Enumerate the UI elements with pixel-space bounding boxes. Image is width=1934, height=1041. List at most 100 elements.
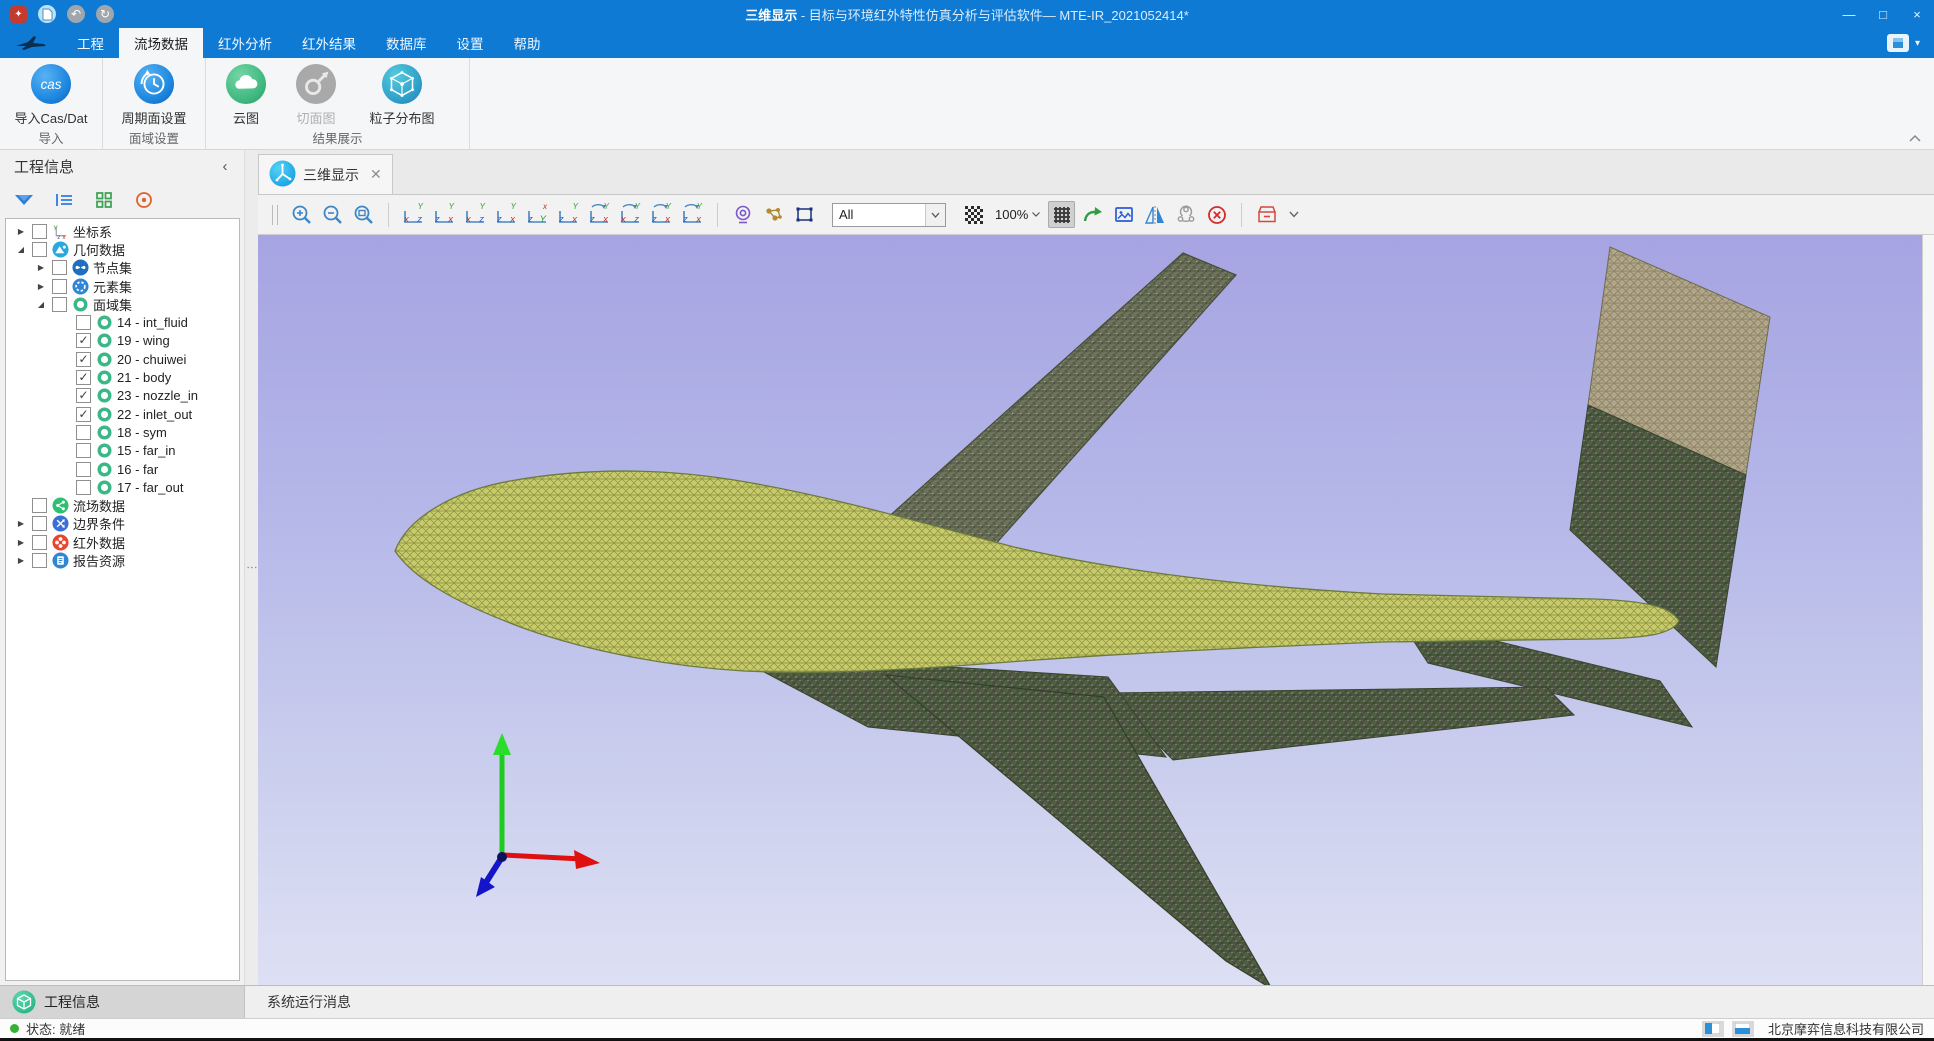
tree-item[interactable]: ✓19 - wing (6, 332, 239, 350)
tree-item[interactable]: 15 - far_in (6, 442, 239, 460)
tree-item[interactable]: ✓20 - chuiwei (6, 350, 239, 368)
menu-item-infrared-analysis[interactable]: 红外分析 (203, 28, 287, 58)
zoom-fit-icon[interactable] (350, 201, 377, 228)
expander-collapsed-icon[interactable]: ▶ (34, 282, 48, 291)
grid-view-icon[interactable] (92, 189, 116, 211)
rotate-view-icon[interactable]: Yzx (648, 201, 675, 228)
tree-item[interactable]: ✓23 - nozzle_in (6, 387, 239, 405)
dither-icon[interactable] (960, 201, 987, 228)
visibility-checkbox[interactable]: ✓ (76, 407, 91, 422)
tree-item[interactable]: ▶红外数据 (6, 533, 239, 551)
view-orientation-icon[interactable]: Yzx (555, 201, 582, 228)
zoom-in-icon[interactable] (288, 201, 315, 228)
expander-expanded-icon[interactable]: ◢ (34, 300, 48, 309)
rings-icon[interactable] (1172, 201, 1199, 228)
tree-item[interactable]: ▶节点集 (6, 259, 239, 277)
cancel-icon[interactable] (1203, 201, 1230, 228)
menu-item-help[interactable]: 帮助 (499, 28, 556, 58)
visibility-checkbox[interactable] (76, 425, 91, 440)
tree-item[interactable]: 流场数据 (6, 496, 239, 514)
visibility-checkbox[interactable] (76, 462, 91, 477)
menu-item-infrared-results[interactable]: 红外结果 (287, 28, 371, 58)
panel-splitter[interactable]: ⋮ (244, 150, 258, 985)
menu-overflow-caret-icon[interactable]: ▾ (1915, 38, 1920, 49)
menu-item-settings[interactable]: 设置 (442, 28, 499, 58)
toolbar-drag-handle[interactable] (272, 205, 278, 225)
close-button[interactable]: × (1900, 0, 1934, 28)
sidebar-collapse-icon[interactable]: ‹ (216, 158, 234, 175)
tree-item[interactable]: 18 - sym (6, 423, 239, 441)
menu-item-database[interactable]: 数据库 (371, 28, 442, 58)
view-orientation-icon[interactable]: Yzx (493, 201, 520, 228)
maximize-button[interactable]: □ (1866, 0, 1900, 28)
visibility-checkbox[interactable] (52, 279, 67, 294)
layout-toggle-left-icon[interactable] (1702, 1021, 1724, 1037)
rotate-view-icon[interactable]: Yzx (586, 201, 613, 228)
new-file-icon[interactable] (38, 5, 56, 23)
undo-icon[interactable]: ↶ (67, 5, 85, 23)
filter-icon[interactable] (12, 189, 36, 211)
tab-close-icon[interactable]: ✕ (370, 166, 382, 183)
mirror-icon[interactable] (1141, 201, 1168, 228)
particle-distribution-button[interactable]: 粒子分布图 (354, 63, 450, 127)
visibility-checkbox[interactable]: ✓ (76, 388, 91, 403)
tree-item[interactable]: ▶元素集 (6, 277, 239, 295)
visibility-checkbox[interactable] (76, 480, 91, 495)
visibility-checkbox[interactable] (32, 242, 47, 257)
save-options-caret-icon[interactable] (1284, 202, 1304, 228)
visibility-checkbox[interactable] (52, 260, 67, 275)
visibility-checkbox[interactable] (32, 535, 47, 550)
visibility-checkbox[interactable] (32, 498, 47, 513)
import-cas-dat-button[interactable]: cas 导入Cas/Dat (8, 63, 94, 127)
3d-viewport[interactable] (258, 235, 1922, 985)
view-orientation-icon[interactable]: xzY (524, 201, 551, 228)
expander-collapsed-icon[interactable]: ▶ (14, 227, 28, 236)
theme-icon[interactable] (1887, 34, 1909, 52)
app-pin-icon[interactable]: ✦ (10, 6, 27, 23)
surface-filter-combobox[interactable]: All (832, 203, 946, 227)
ribbon-collapse-chevron-icon[interactable] (1908, 131, 1922, 146)
view-orientation-icon[interactable]: Yxz (400, 201, 427, 228)
view-orientation-icon[interactable]: Yxz (462, 201, 489, 228)
grid-icon[interactable] (1048, 201, 1075, 228)
rotate-view-icon[interactable]: Yzx (679, 201, 706, 228)
snapshot-icon[interactable] (1110, 201, 1137, 228)
redo-icon[interactable]: ↻ (96, 5, 114, 23)
expander-expanded-icon[interactable]: ◢ (14, 245, 28, 254)
visibility-checkbox[interactable]: ✓ (76, 370, 91, 385)
tab-3d-view[interactable]: 三维显示 ✕ (258, 154, 393, 194)
project-info-dock-button[interactable]: 工程信息 (0, 986, 244, 1018)
export-arrow-icon[interactable] (1079, 201, 1106, 228)
visibility-checkbox[interactable] (52, 297, 67, 312)
target-icon[interactable] (132, 189, 156, 211)
tree-item[interactable]: 16 - far (6, 460, 239, 478)
tree-item[interactable]: ▶边界条件 (6, 515, 239, 533)
visibility-checkbox[interactable]: ✓ (76, 352, 91, 367)
rotate-view-icon[interactable]: Yxz (617, 201, 644, 228)
menu-item-project[interactable]: 工程 (62, 28, 119, 58)
tree-item[interactable]: ▶Yzx坐标系 (6, 222, 239, 240)
zoom-out-icon[interactable] (319, 201, 346, 228)
probe-icon[interactable] (729, 201, 756, 228)
tree-item[interactable]: 17 - far_out (6, 478, 239, 496)
tree-item[interactable]: ◢几何数据 (6, 240, 239, 258)
combobox-dropdown-icon[interactable] (925, 204, 945, 226)
visibility-checkbox[interactable] (32, 553, 47, 568)
tree-item[interactable]: ▶报告资源 (6, 551, 239, 569)
visibility-checkbox[interactable] (32, 224, 47, 239)
expander-collapsed-icon[interactable]: ▶ (14, 538, 28, 547)
box-select-icon[interactable] (791, 201, 818, 228)
expander-collapsed-icon[interactable]: ▶ (14, 556, 28, 565)
visibility-checkbox[interactable]: ✓ (76, 333, 91, 348)
expander-collapsed-icon[interactable]: ▶ (14, 519, 28, 528)
periodic-surface-button[interactable]: 周期面设置 (111, 63, 197, 127)
visibility-checkbox[interactable] (76, 315, 91, 330)
tree-item[interactable]: 14 - int_fluid (6, 313, 239, 331)
molecule-icon[interactable] (760, 201, 787, 228)
expander-collapsed-icon[interactable]: ▶ (34, 263, 48, 272)
minimize-button[interactable]: — (1832, 0, 1866, 28)
tree-item[interactable]: ✓22 - inlet_out (6, 405, 239, 423)
save-box-icon[interactable] (1253, 201, 1280, 228)
menu-item-flowfield-data[interactable]: 流场数据 (119, 28, 203, 58)
view-orientation-icon[interactable]: Yzx (431, 201, 458, 228)
